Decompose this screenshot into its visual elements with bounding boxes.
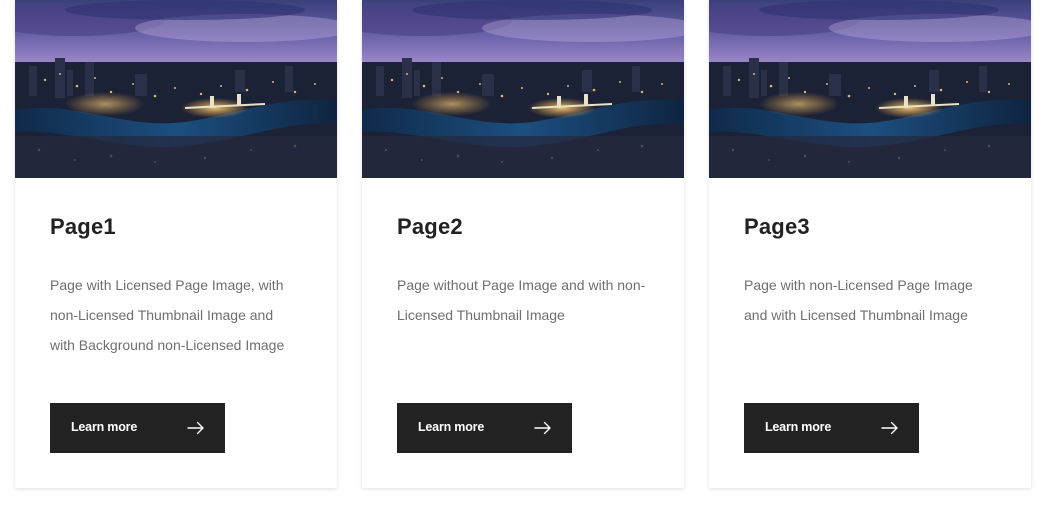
card-description: Page without Page Image and with non-Lic… <box>397 277 646 323</box>
arrow-right-icon <box>187 421 204 435</box>
card-title: Page3 <box>744 214 810 239</box>
city-night-skyline-image <box>362 0 684 178</box>
page-card: Page2 Page without Page Image and with n… <box>362 0 684 488</box>
card-description: Page with Licensed Page Image, with non-… <box>50 277 285 353</box>
learn-more-button[interactable]: Learn more <box>397 403 572 453</box>
learn-more-label: Learn more <box>418 420 485 434</box>
card-description: Page with non-Licensed Page Image and wi… <box>744 277 973 323</box>
card-title: Page1 <box>50 214 116 239</box>
arrow-right-icon <box>881 421 898 435</box>
card-title: Page2 <box>397 214 463 239</box>
city-night-skyline-image <box>15 0 337 178</box>
page-card: Page3 Page with non-Licensed Page Image … <box>709 0 1031 488</box>
learn-more-button[interactable]: Learn more <box>744 403 919 453</box>
learn-more-label: Learn more <box>71 420 138 434</box>
arrow-right-icon <box>534 421 551 435</box>
city-night-skyline-image <box>709 0 1031 178</box>
card-thumbnail-image[interactable] <box>709 0 1031 178</box>
card-grid: Page1 Page with Licensed Page Image, wit… <box>0 0 1046 513</box>
card-thumbnail-image[interactable] <box>15 0 337 178</box>
learn-more-button[interactable]: Learn more <box>50 403 225 453</box>
page-card: Page1 Page with Licensed Page Image, wit… <box>15 0 337 488</box>
card-thumbnail-image[interactable] <box>362 0 684 178</box>
learn-more-label: Learn more <box>765 420 832 434</box>
